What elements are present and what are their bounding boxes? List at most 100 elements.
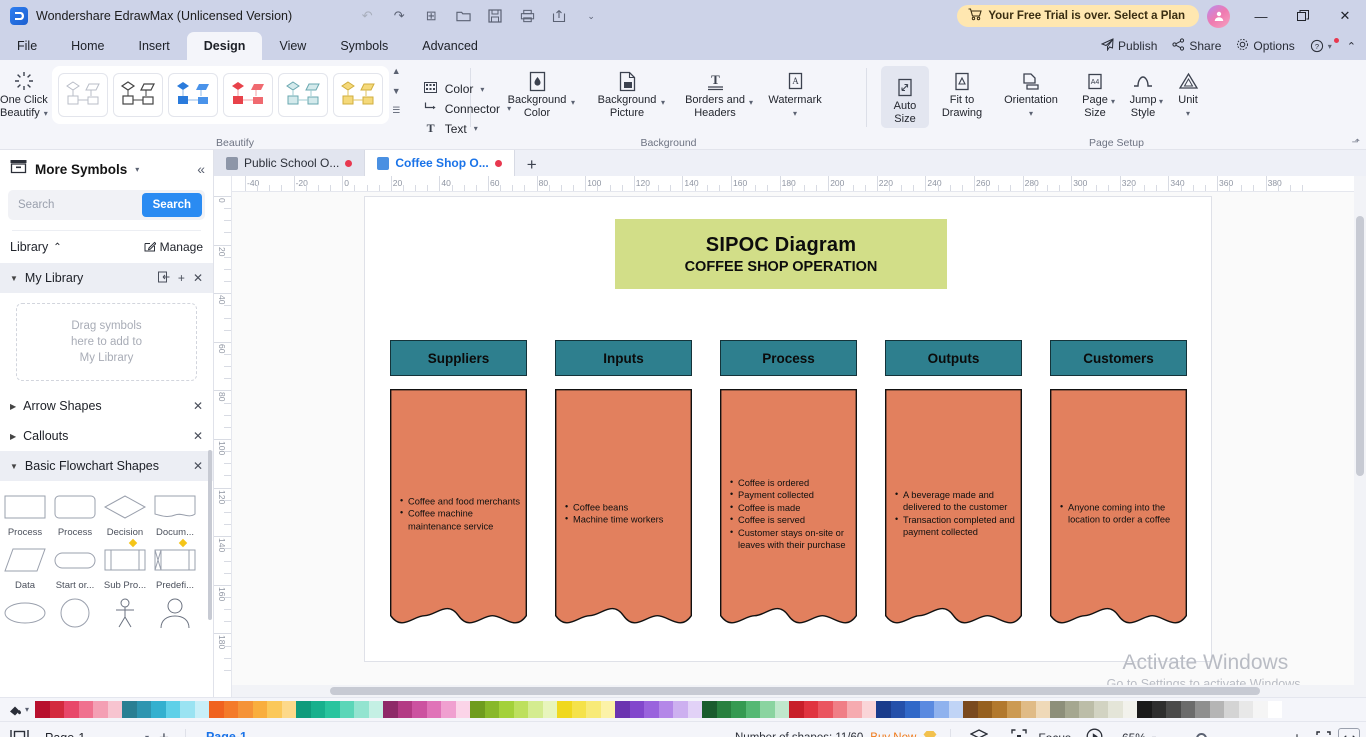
focus-label[interactable]: Focus bbox=[1038, 731, 1071, 737]
close-arrow-shapes-icon[interactable]: ✕ bbox=[193, 399, 203, 413]
color-swatch[interactable] bbox=[325, 701, 340, 718]
vertical-scrollbar-thumb[interactable] bbox=[1356, 216, 1364, 476]
shape-circle[interactable] bbox=[50, 593, 100, 632]
zoom-dropdown-caret[interactable]: ▾ bbox=[1152, 734, 1156, 737]
shape-ellipse[interactable] bbox=[0, 593, 50, 632]
column-body-process[interactable]: Coffee is ordered Payment collected Coff… bbox=[720, 389, 857, 639]
user-avatar[interactable] bbox=[1207, 4, 1230, 28]
print-icon[interactable] bbox=[512, 3, 542, 29]
undo-icon[interactable]: ↶ bbox=[352, 3, 382, 29]
color-swatch[interactable] bbox=[107, 701, 123, 718]
layers-icon[interactable] bbox=[964, 728, 994, 737]
fit-width-icon[interactable] bbox=[1338, 728, 1360, 737]
horizontal-scrollbar-thumb[interactable] bbox=[330, 687, 1260, 695]
chevron-down-icon[interactable]: ▾ bbox=[44, 107, 48, 120]
color-swatch[interactable] bbox=[1238, 701, 1254, 718]
category-my-library[interactable]: ▼ My Library + ✕ bbox=[0, 263, 213, 293]
category-arrow-shapes[interactable]: ▶ Arrow Shapes ✕ bbox=[0, 391, 213, 421]
color-swatch[interactable] bbox=[571, 701, 587, 718]
redo-icon[interactable]: ↷ bbox=[384, 3, 414, 29]
column-body-outputs[interactable]: A beverage made and delivered to the cus… bbox=[885, 389, 1022, 639]
color-swatch[interactable] bbox=[542, 701, 558, 718]
color-swatch[interactable] bbox=[1166, 701, 1181, 718]
sipoc-column-outputs[interactable]: Outputs A beverage made and delivered to… bbox=[885, 340, 1022, 639]
color-swatch[interactable] bbox=[1021, 701, 1036, 718]
color-swatch[interactable] bbox=[397, 701, 413, 718]
close-button[interactable]: ✕ bbox=[1324, 0, 1366, 32]
color-swatch[interactable] bbox=[267, 701, 282, 718]
fit-screen-icon[interactable] bbox=[1312, 728, 1334, 737]
color-swatch[interactable] bbox=[180, 701, 195, 718]
column-body-customers[interactable]: Anyone coming into the location to order… bbox=[1050, 389, 1187, 639]
options-button[interactable]: Options bbox=[1230, 38, 1300, 54]
play-icon[interactable] bbox=[1078, 728, 1109, 737]
color-swatch[interactable] bbox=[658, 701, 674, 718]
column-header-suppliers[interactable]: Suppliers bbox=[390, 340, 527, 376]
add-page-button[interactable]: + bbox=[149, 728, 179, 737]
color-swatch[interactable] bbox=[745, 701, 761, 718]
publish-button[interactable]: Publish bbox=[1095, 38, 1163, 54]
page-view-icon[interactable] bbox=[0, 729, 39, 737]
style-teal-thumb[interactable] bbox=[277, 73, 328, 117]
unit-dropdown-caret[interactable]: ▾ bbox=[1186, 107, 1190, 120]
shape-decision[interactable]: Decision bbox=[100, 487, 150, 540]
my-library-dropzone[interactable]: Drag symbols here to add to My Library bbox=[16, 303, 197, 381]
color-swatch[interactable] bbox=[629, 701, 645, 718]
doc-tab-public-school[interactable]: Public School O... bbox=[214, 150, 366, 176]
manage-button[interactable]: Manage bbox=[144, 240, 203, 255]
add-library-icon[interactable]: + bbox=[178, 271, 185, 285]
color-swatch[interactable] bbox=[832, 701, 848, 718]
buy-now-link[interactable]: Buy Now bbox=[870, 732, 916, 737]
color-swatch[interactable] bbox=[760, 701, 775, 718]
shape-process-rect[interactable]: Process bbox=[0, 487, 50, 540]
color-swatch[interactable] bbox=[992, 701, 1007, 718]
fill-color-dropdown-caret[interactable]: ▾ bbox=[25, 705, 29, 714]
open-icon[interactable] bbox=[448, 3, 478, 29]
color-swatch[interactable] bbox=[1122, 701, 1138, 718]
shape-process-rounded[interactable]: Process bbox=[50, 487, 100, 540]
color-swatch[interactable] bbox=[977, 701, 993, 718]
sipoc-column-suppliers[interactable]: Suppliers Coffee and food merchants Coff… bbox=[390, 340, 527, 639]
gallery-scroll-down-icon[interactable]: ▼ bbox=[392, 86, 401, 96]
tab-view[interactable]: View bbox=[262, 32, 323, 60]
color-swatch[interactable] bbox=[1267, 701, 1283, 718]
chevron-up-icon[interactable]: ⌃ bbox=[53, 242, 61, 253]
diagram-title-box[interactable]: SIPOC Diagram COFFEE SHOP OPERATION bbox=[615, 219, 947, 289]
export-share-icon[interactable] bbox=[544, 3, 574, 29]
share-button[interactable]: Share bbox=[1166, 38, 1227, 54]
column-header-inputs[interactable]: Inputs bbox=[555, 340, 692, 376]
sipoc-column-customers[interactable]: Customers Anyone coming into the locatio… bbox=[1050, 340, 1187, 639]
color-swatch[interactable] bbox=[557, 701, 572, 718]
drawing-page[interactable]: SIPOC Diagram COFFEE SHOP OPERATION Supp… bbox=[364, 196, 1212, 662]
shape-document[interactable]: Docum... bbox=[150, 487, 200, 540]
shape-start-end[interactable]: Start or... bbox=[50, 540, 100, 593]
zoom-out-button[interactable]: − bbox=[1160, 728, 1182, 737]
color-swatch[interactable] bbox=[252, 701, 268, 718]
color-swatch[interactable] bbox=[281, 701, 297, 718]
color-swatch[interactable] bbox=[78, 701, 94, 718]
color-swatch[interactable] bbox=[441, 701, 456, 718]
color-swatch[interactable] bbox=[615, 701, 630, 718]
focus-icon[interactable] bbox=[1001, 729, 1031, 737]
color-swatch[interactable] bbox=[774, 701, 790, 718]
color-swatch[interactable] bbox=[1108, 701, 1123, 718]
save-icon[interactable] bbox=[480, 3, 510, 29]
color-swatch[interactable] bbox=[702, 701, 717, 718]
color-swatch[interactable] bbox=[803, 701, 819, 718]
style-outline-thumb[interactable] bbox=[112, 73, 163, 117]
style-red-thumb[interactable] bbox=[222, 73, 273, 117]
color-swatch[interactable] bbox=[93, 701, 108, 718]
color-swatch[interactable] bbox=[919, 701, 935, 718]
color-swatch[interactable] bbox=[528, 701, 543, 718]
new-document-tab-button[interactable]: + bbox=[515, 154, 549, 176]
column-body-inputs[interactable]: Coffee beans Machine time workers bbox=[555, 389, 692, 639]
color-swatch[interactable] bbox=[1035, 701, 1051, 718]
search-button[interactable]: Search bbox=[141, 193, 202, 217]
color-swatch[interactable] bbox=[35, 701, 50, 718]
color-swatch[interactable] bbox=[470, 701, 485, 718]
color-swatch[interactable] bbox=[1180, 701, 1196, 718]
page-size-dropdown-caret[interactable]: ▾ bbox=[1111, 97, 1115, 106]
color-swatch[interactable] bbox=[1253, 701, 1268, 718]
tab-file[interactable]: File bbox=[0, 32, 54, 60]
sipoc-column-process[interactable]: Process Coffee is ordered Payment collec… bbox=[720, 340, 857, 639]
